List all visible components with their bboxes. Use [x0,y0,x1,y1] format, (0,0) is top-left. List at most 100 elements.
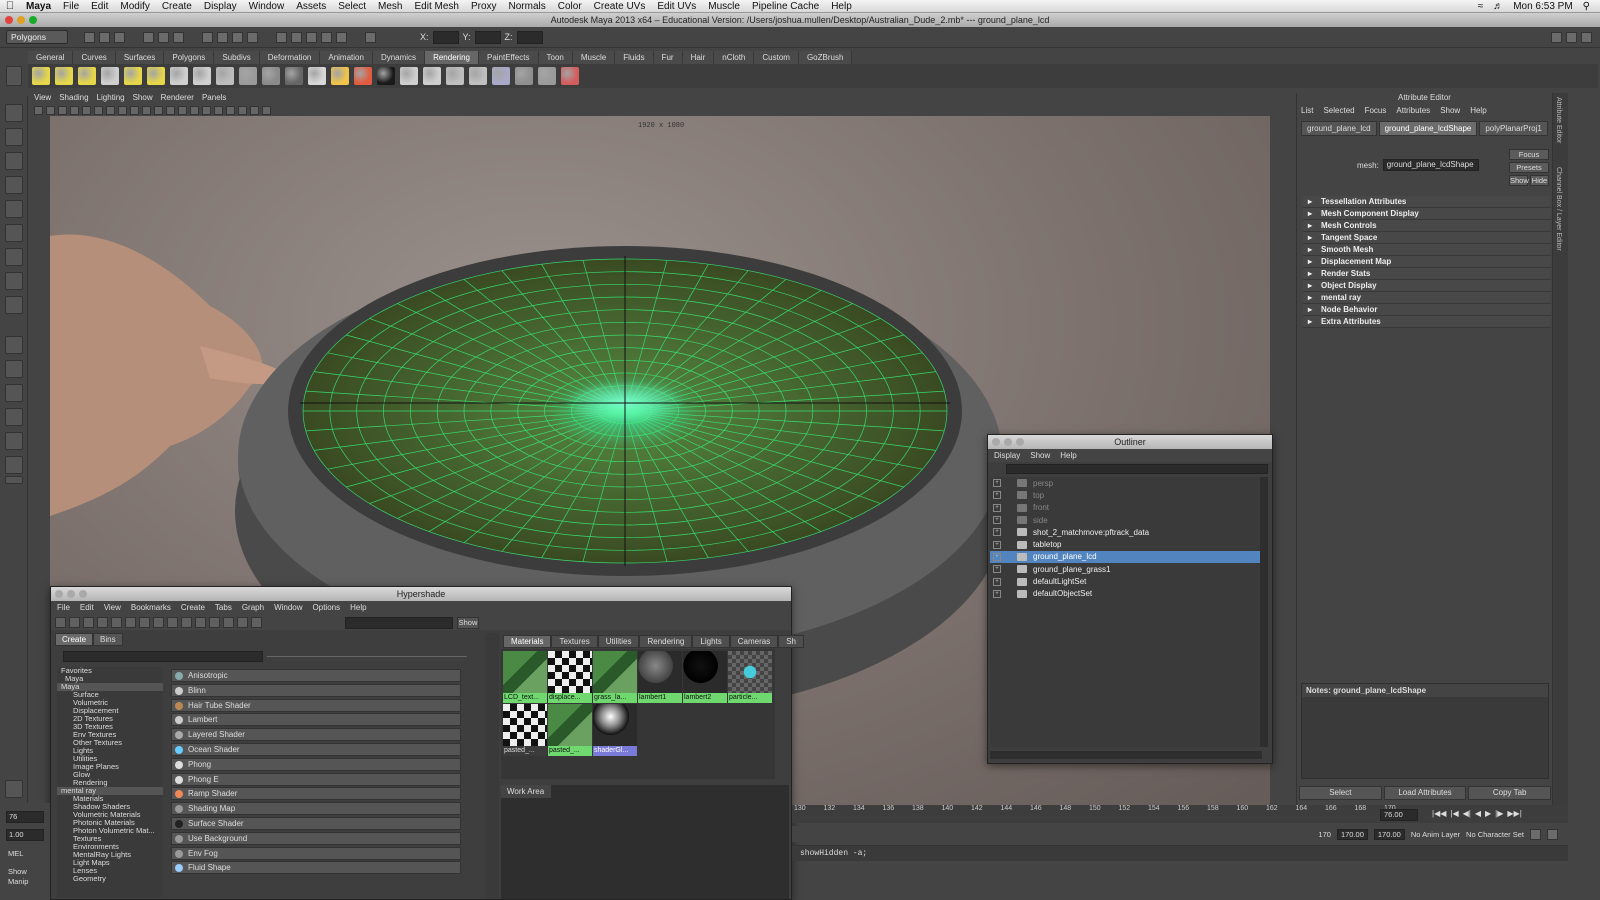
field-chart-icon[interactable] [130,105,139,115]
viewport-menu-renderer[interactable]: Renderer [161,93,194,104]
shader-surface-shader[interactable]: Surface Shader [171,816,461,830]
outliner-item-persp[interactable]: + persp [990,477,1262,489]
outliner-item-top[interactable]: + top [990,489,1262,501]
outliner-menu-help[interactable]: Help [1060,451,1076,460]
shelf-tab-rendering[interactable]: Rendering [425,51,479,64]
hypershade-search-field[interactable] [345,617,453,629]
section-extra-attributes[interactable]: Extra Attributes [1303,316,1551,328]
outliner-minimize-button[interactable] [1004,438,1012,446]
side-tab-channel-box[interactable]: Channel Box / Layer Editor [1555,167,1562,251]
shelf-button-13-icon[interactable] [308,67,326,85]
open-scene-icon[interactable] [99,31,110,43]
menu-edit-uvs[interactable]: Edit UVs [651,1,702,12]
hypershade-menu-file[interactable]: File [57,603,70,612]
auto-key-icon[interactable] [1530,828,1541,840]
section-tangent-space[interactable]: Tangent Space [1303,232,1551,244]
mat-tab-lights[interactable]: Lights [692,635,730,648]
graph-materials-icon[interactable] [139,616,150,628]
menu-pipeline-cache[interactable]: Pipeline Cache [746,1,825,12]
outliner-zoom-button[interactable] [1016,438,1024,446]
ae-tab-ground-plane-lcdshape[interactable]: ground_plane_lcdShape [1378,121,1478,136]
shelf-tab-dynamics[interactable]: Dynamics [372,51,426,64]
hypershade-icon[interactable] [336,31,347,43]
expand-icon[interactable]: + [993,479,1001,488]
outliner-item-front[interactable]: + front [990,502,1262,514]
x-field[interactable] [432,30,459,44]
menuset-dropdown[interactable]: Polygons [6,30,68,44]
shader-layered-shader[interactable]: Layered Shader [171,728,461,742]
viewport-menu-lighting[interactable]: Lighting [97,93,125,104]
shelf-tab-polygons[interactable]: Polygons [164,51,215,64]
shelf-tab-painteffects[interactable]: PaintEffects [478,51,539,64]
hypershade-menu-options[interactable]: Options [313,603,341,612]
play-forward-icon[interactable]: ▶ [1485,809,1491,818]
section-render-stats[interactable]: Render Stats [1303,268,1551,280]
current-frame-field[interactable]: 76.00 [1380,809,1418,821]
shelf-button-19-icon[interactable] [446,67,464,85]
shelf-button-21-icon[interactable] [492,67,510,85]
shader-fluid-shape[interactable]: Fluid Shape [171,861,461,875]
tab-create[interactable]: Create [55,633,94,646]
material-swatch-displace[interactable]: displace... [548,651,592,703]
shelf-button-18-icon[interactable] [423,67,441,85]
material-swatch-pasted[interactable]: pasted_... [503,704,547,756]
shelf-button-8-icon[interactable] [193,67,211,85]
persp-graph-layout-icon[interactable] [5,408,23,426]
hypershade-zoom-button[interactable] [79,590,87,598]
frame-start-field[interactable]: 76 [6,811,44,823]
wireframe-icon[interactable] [166,105,175,115]
universal-manip-icon[interactable] [5,248,23,266]
menu-edit[interactable]: Edit [85,1,114,12]
shelf-button-20-icon[interactable] [469,67,487,85]
bookmark-icon[interactable] [58,105,67,115]
grid-icon[interactable] [82,105,91,115]
render-settings-icon[interactable] [321,31,332,43]
hypershade-menu-tabs[interactable]: Tabs [215,603,232,612]
film-gate-icon[interactable] [94,105,103,115]
new-scene-icon[interactable] [84,31,95,43]
outliner-item-tabletop[interactable]: + tabletop [990,538,1262,550]
z-field[interactable] [516,30,543,44]
shelf-button-22-icon[interactable] [515,67,533,85]
mat-tab-rendering[interactable]: Rendering [639,635,693,648]
hypershade-menu-bookmarks[interactable]: Bookmarks [131,603,171,612]
clear-graph-icon[interactable] [195,616,206,628]
outliner-item-side[interactable]: + side [990,514,1262,526]
section-node-behavior[interactable]: Node Behavior [1303,304,1551,316]
section-mental-ray[interactable]: mental ray [1303,292,1551,304]
safe-action-icon[interactable] [142,105,151,115]
range-start-field[interactable]: 170.00 [1336,828,1368,840]
outliner-menu-show[interactable]: Show [1030,451,1050,460]
shelf-tab-deformation[interactable]: Deformation [259,51,321,64]
toggle-attribute-editor-icon[interactable] [1551,31,1562,43]
mat-tab-utilities[interactable]: Utilities [597,635,640,648]
shelf-button-9-icon[interactable] [216,67,234,85]
material-swatch-lambert1[interactable]: lambert1 [638,651,682,703]
character-set-dropdown[interactable]: No Character Set [1466,830,1524,839]
shelf-button-12-icon[interactable] [285,67,303,85]
rearrange-graph-icon[interactable] [209,616,220,628]
smooth-shade-icon[interactable] [178,105,187,115]
preferences-icon[interactable] [1547,828,1558,840]
mesh-name-field[interactable]: ground_plane_lcdShape [1382,159,1479,171]
hypershade-close-button[interactable] [55,590,63,598]
viewport-menu-shading[interactable]: Shading [59,93,88,104]
output-connections-icon[interactable] [181,616,192,628]
single-perspective-layout-icon[interactable] [5,336,23,354]
outliner-item-defaultobjectset[interactable]: + defaultObjectSet [990,588,1262,600]
xray-joints-icon[interactable] [262,105,271,115]
camera-attributes-icon[interactable] [46,105,55,115]
expand-icon[interactable]: + [993,516,1001,525]
shelf-tab-ncloth[interactable]: nCloth [714,51,755,64]
section-displacement-map[interactable]: Displacement Map [1303,256,1551,268]
material-swatch-particle[interactable]: particle... [728,651,772,703]
playback-start-field[interactable]: 1.00 [6,829,44,841]
move-tool-icon[interactable] [5,176,23,194]
go-to-start-icon[interactable]: |◀◀ [1432,809,1446,818]
material-swatch-shadergl[interactable]: shaderGl... [593,704,637,756]
ae-menu-help[interactable]: Help [1470,106,1486,115]
shelf-button-16-icon[interactable] [377,67,395,85]
menu-window[interactable]: Window [243,1,291,12]
hypershade-minimize-button[interactable] [67,590,75,598]
shelf-button-5-icon[interactable] [124,67,142,85]
